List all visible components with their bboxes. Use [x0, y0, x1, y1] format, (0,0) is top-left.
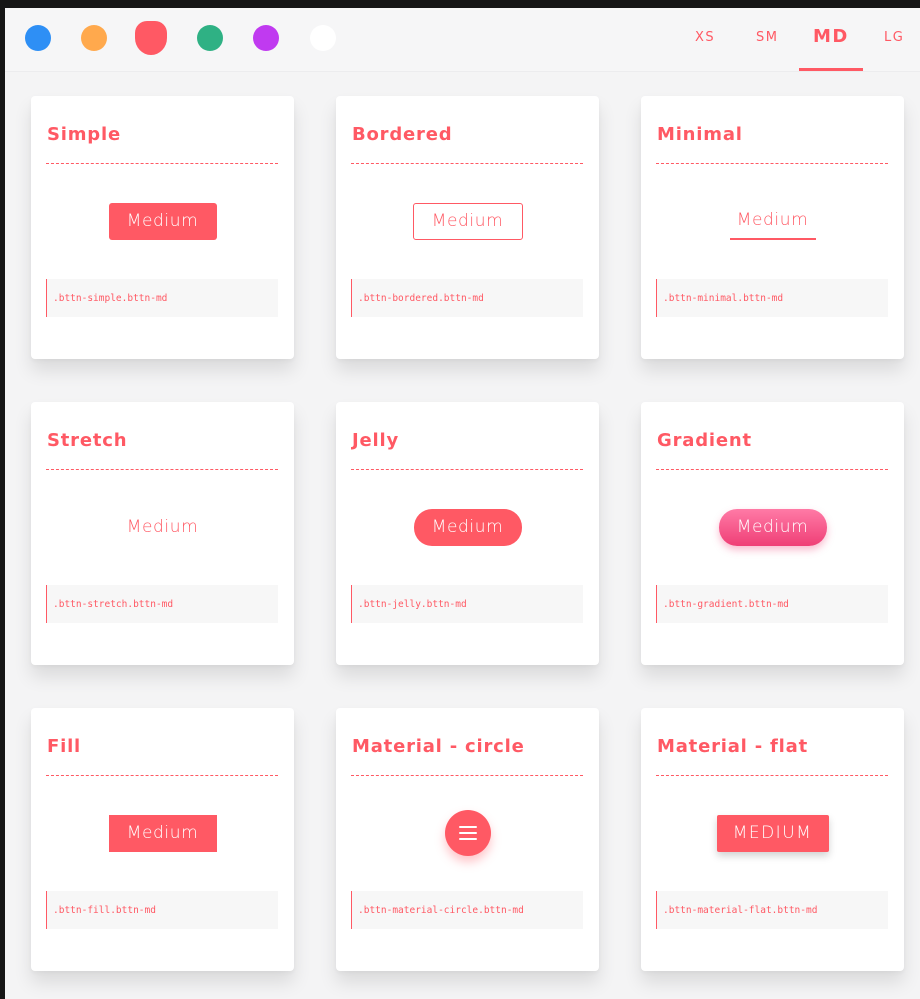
class-code: .bttn-fill.bttn-md: [46, 891, 278, 929]
card-fill: Fill Medium .bttn-fill.bttn-md: [31, 708, 294, 971]
card-divider: [656, 469, 888, 470]
class-code: .bttn-gradient.bttn-md: [656, 585, 888, 623]
color-swatch-orange[interactable]: [81, 25, 107, 51]
button-demo: [336, 810, 599, 856]
card-title: Material - circle: [352, 736, 525, 757]
button-demo: Medium: [31, 507, 294, 547]
card-divider: [46, 775, 278, 776]
class-code: .bttn-material-circle.bttn-md: [351, 891, 583, 929]
size-option-md[interactable]: MD: [813, 26, 849, 47]
toolbar: XS SM MD LG: [5, 8, 920, 72]
material-circle-button[interactable]: [444, 810, 491, 856]
size-option-lg[interactable]: LG: [884, 30, 904, 45]
card-title: Stretch: [47, 430, 128, 451]
card-divider: [351, 469, 583, 470]
fill-button[interactable]: Medium: [108, 814, 217, 852]
size-option-xs[interactable]: XS: [695, 30, 715, 45]
card-title: Minimal: [657, 124, 743, 145]
color-swatch-green[interactable]: [197, 25, 223, 51]
card-title: Material - flat: [657, 736, 808, 757]
button-demo: Medium: [31, 201, 294, 241]
class-code: .bttn-simple.bttn-md: [46, 279, 278, 317]
size-selected-indicator: [799, 68, 863, 71]
stretch-button[interactable]: Medium: [115, 509, 211, 546]
card-divider: [46, 469, 278, 470]
card-minimal: Minimal Medium .bttn-minimal.bttn-md: [641, 96, 904, 359]
card-divider: [46, 163, 278, 164]
minimal-button[interactable]: Medium: [729, 203, 816, 240]
size-option-sm[interactable]: SM: [756, 30, 778, 45]
card-divider: [351, 775, 583, 776]
material-flat-button[interactable]: MEDIUM: [716, 814, 829, 852]
card-bordered: Bordered Medium .bttn-bordered.bttn-md: [336, 96, 599, 359]
class-code: .bttn-minimal.bttn-md: [656, 279, 888, 317]
jelly-button[interactable]: Medium: [413, 508, 522, 546]
card-simple: Simple Medium .bttn-simple.bttn-md: [31, 96, 294, 359]
color-swatch-red[interactable]: [135, 21, 167, 55]
card-jelly: Jelly Medium .bttn-jelly.bttn-md: [336, 402, 599, 665]
color-swatch-blue[interactable]: [25, 25, 51, 51]
color-swatch-white[interactable]: [310, 25, 336, 51]
menu-icon: [458, 826, 477, 840]
card-stretch: Stretch Medium .bttn-stretch.bttn-md: [31, 402, 294, 665]
gradient-button[interactable]: Medium: [718, 508, 827, 546]
card-divider: [656, 163, 888, 164]
bordered-button[interactable]: Medium: [412, 202, 523, 240]
button-demo: Medium: [31, 813, 294, 853]
class-code: .bttn-stretch.bttn-md: [46, 585, 278, 623]
card-title: Gradient: [657, 430, 752, 451]
card-title: Simple: [47, 124, 121, 145]
button-demo: Medium: [336, 507, 599, 547]
button-demo: MEDIUM: [641, 813, 904, 853]
card-title: Bordered: [352, 124, 453, 145]
app-frame: XS SM MD LG Simple Medium .bttn-simple.b…: [5, 8, 920, 999]
card-divider: [656, 775, 888, 776]
button-demo: Medium: [336, 201, 599, 241]
button-demo: Medium: [641, 507, 904, 547]
simple-button[interactable]: Medium: [108, 202, 217, 240]
card-title: Jelly: [352, 430, 399, 451]
card-title: Fill: [47, 736, 82, 757]
card-material-flat: Material - flat MEDIUM .bttn-material-fl…: [641, 708, 904, 971]
class-code: .bttn-bordered.bttn-md: [351, 279, 583, 317]
class-code: .bttn-jelly.bttn-md: [351, 585, 583, 623]
class-code: .bttn-material-flat.bttn-md: [656, 891, 888, 929]
card-gradient: Gradient Medium .bttn-gradient.bttn-md: [641, 402, 904, 665]
button-demo: Medium: [641, 201, 904, 241]
card-divider: [351, 163, 583, 164]
card-material-circle: Material - circle .bttn-material-circle.…: [336, 708, 599, 971]
color-swatch-purple[interactable]: [253, 25, 279, 51]
